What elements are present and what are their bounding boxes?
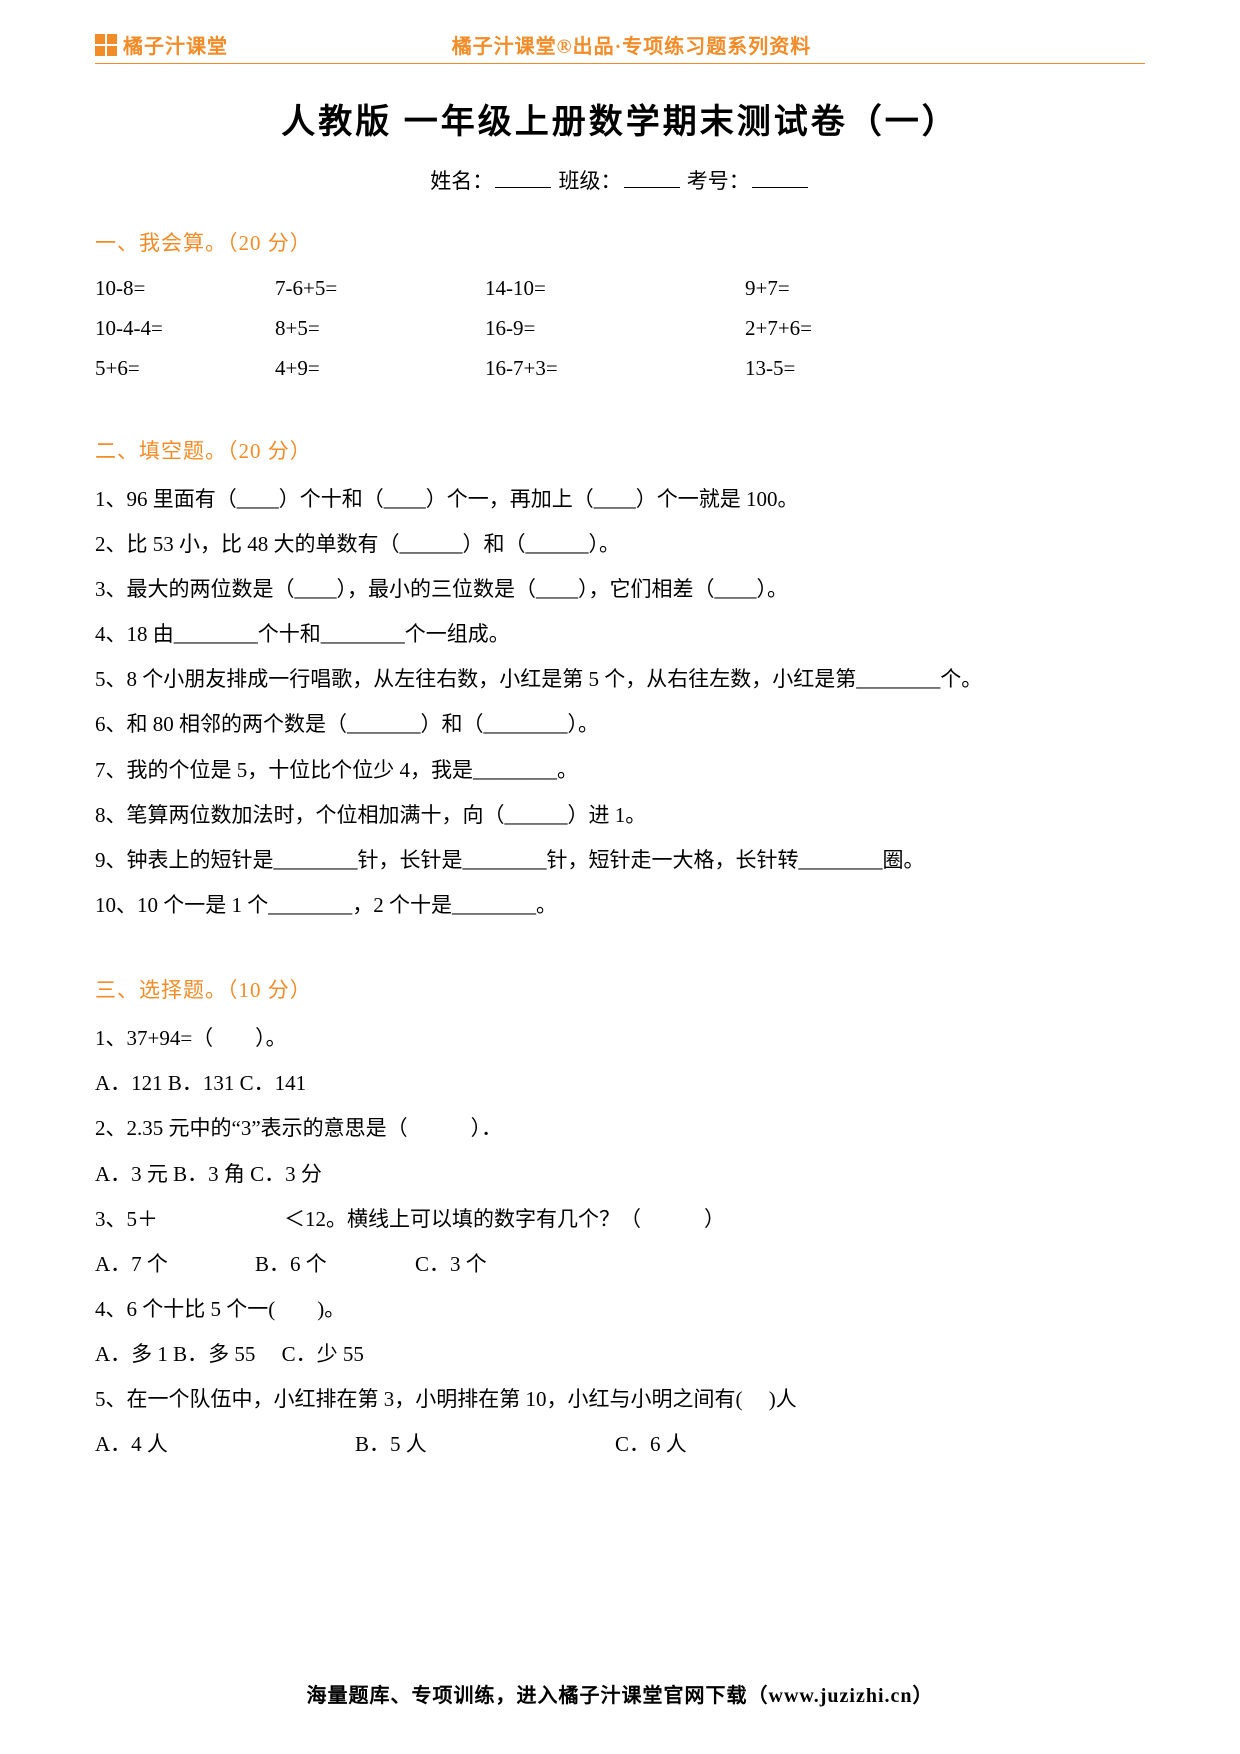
choice-options: A．121 B．131 C．141 xyxy=(95,1061,1145,1106)
choice-stem: 1、37+94=（ ）。 xyxy=(95,1016,1145,1061)
brand-tagline: 橘子汁课堂®出品·专项练习题系列资料 xyxy=(228,30,1145,59)
section-1-head: 一、我会算。（20 分） xyxy=(95,227,1145,257)
fill-item: 2、比 53 小，比 48 大的单数有（______）和（______）。 xyxy=(95,522,1145,567)
choice-options: A．7 个 B．6 个 C．3 个 xyxy=(95,1242,1145,1287)
choice-options: A．3 元 B．3 角 C．3 分 xyxy=(95,1152,1145,1197)
fill-item: 5、8 个小朋友排成一行唱歌，从左往右数，小红是第 5 个，从右往左数，小红是第… xyxy=(95,657,1145,702)
option-c: C．6 人 xyxy=(615,1422,1145,1467)
calc-cell: 10-4-4= xyxy=(95,309,275,349)
calc-cell: 4+9= xyxy=(275,349,485,389)
option-b: B．6 个 xyxy=(255,1242,415,1287)
section-3-head: 三、选择题。（10 分） xyxy=(95,974,1145,1004)
calc-cell: 9+7= xyxy=(745,269,1145,309)
calc-row: 10-4-4= 8+5= 16-9= 2+7+6= xyxy=(95,309,1145,349)
choice-stem: 2、2.35 元中的“3”表示的意思是（ ）． xyxy=(95,1106,1145,1151)
calc-row: 5+6= 4+9= 16-7+3= 13-5= xyxy=(95,349,1145,389)
calc-cell: 14-10= xyxy=(485,269,745,309)
fill-item: 3、最大的两位数是（____），最小的三位数是（____），它们相差（____）… xyxy=(95,567,1145,612)
fill-item: 4、18 由________个十和________个一组成。 xyxy=(95,612,1145,657)
logo-text: 橘子汁课堂 xyxy=(123,30,228,59)
logo: 橘子汁课堂 xyxy=(95,30,228,59)
calc-cell: 13-5= xyxy=(745,349,1145,389)
option-c: C．3 个 xyxy=(415,1242,1145,1287)
calc-cell: 16-7+3= xyxy=(485,349,745,389)
logo-icon xyxy=(95,34,117,56)
choice-list: 1、37+94=（ ）。 A．121 B．131 C．141 2、2.35 元中… xyxy=(95,1016,1145,1467)
calc-cell: 10-8= xyxy=(95,269,275,309)
calc-cell: 7-6+5= xyxy=(275,269,485,309)
calc-cell: 5+6= xyxy=(95,349,275,389)
option-a: A．4 人 xyxy=(95,1422,355,1467)
choice-options: A．多 1 B．多 55 C．少 55 xyxy=(95,1332,1145,1377)
footer-line: 海量题库、专项训练，进入橘子汁课堂官网下载（www.juzizhi.cn） xyxy=(0,1679,1240,1708)
fill-item: 7、我的个位是 5，十位比个位少 4，我是________。 xyxy=(95,748,1145,793)
exam-field[interactable] xyxy=(752,167,808,188)
choice-stem: 3、5＋ ＜12。横线上可以填的数字有几个？（ ） xyxy=(95,1197,1145,1242)
option-b: B．5 人 xyxy=(355,1422,615,1467)
student-info-line: 姓名： 班级： 考号： xyxy=(95,165,1145,195)
calc-grid: 10-8= 7-6+5= 14-10= 9+7= 10-4-4= 8+5= 16… xyxy=(95,269,1145,389)
calc-cell: 8+5= xyxy=(275,309,485,349)
section-2-head: 二、填空题。（20 分） xyxy=(95,435,1145,465)
fill-item: 1、96 里面有（____）个十和（____）个一，再加上（____）个一就是 … xyxy=(95,477,1145,522)
calc-cell: 2+7+6= xyxy=(745,309,1145,349)
fill-item: 6、和 80 相邻的两个数是（_______）和（________）。 xyxy=(95,702,1145,747)
name-label: 姓名： xyxy=(430,169,493,193)
class-label: 班级： xyxy=(559,169,622,193)
page-title: 人教版 一年级上册数学期末测试卷（一） xyxy=(95,94,1145,143)
option-a: A．7 个 xyxy=(95,1242,255,1287)
choice-stem: 4、6 个十比 5 个一( )。 xyxy=(95,1287,1145,1332)
calc-row: 10-8= 7-6+5= 14-10= 9+7= xyxy=(95,269,1145,309)
class-field[interactable] xyxy=(624,167,680,188)
exam-label: 考号： xyxy=(687,169,750,193)
fill-item: 10、10 个一是 1 个________，2 个十是________。 xyxy=(95,883,1145,928)
fill-item: 8、笔算两位数加法时，个位相加满十，向（______）进 1。 xyxy=(95,793,1145,838)
fill-blank-list: 1、96 里面有（____）个十和（____）个一，再加上（____）个一就是 … xyxy=(95,477,1145,928)
fill-item: 9、钟表上的短针是________针，长针是________针，短针走一大格，长… xyxy=(95,838,1145,883)
top-bar: 橘子汁课堂 橘子汁课堂®出品·专项练习题系列资料 xyxy=(95,30,1145,64)
choice-stem: 5、在一个队伍中，小红排在第 3，小明排在第 10，小红与小明之间有( )人 xyxy=(95,1377,1145,1422)
calc-cell: 16-9= xyxy=(485,309,745,349)
name-field[interactable] xyxy=(495,167,551,188)
choice-options: A．4 人 B．5 人 C．6 人 xyxy=(95,1422,1145,1467)
